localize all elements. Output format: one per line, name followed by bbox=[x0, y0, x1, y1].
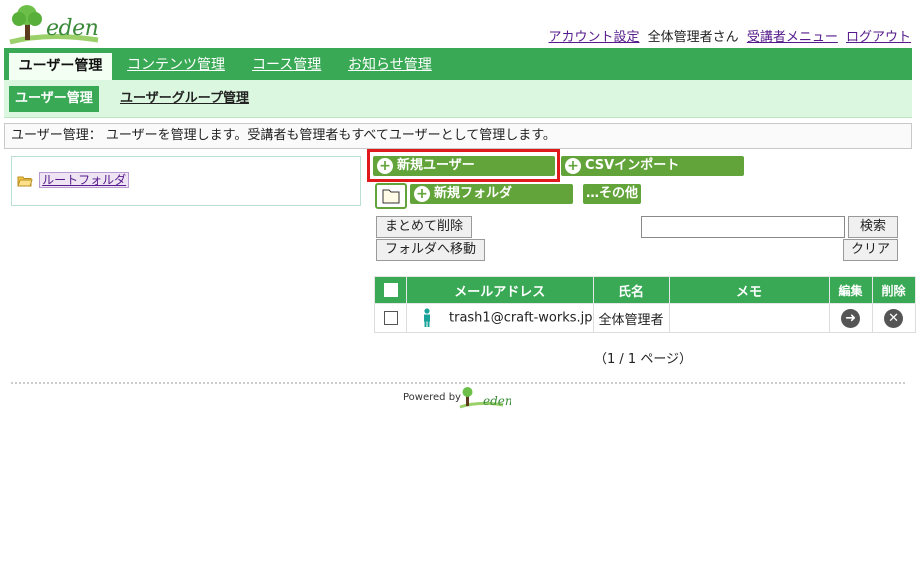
other-menu-label: …その他 bbox=[586, 186, 639, 201]
open-folder-icon bbox=[17, 176, 33, 186]
users-table: メールアドレス 氏名 メモ 編集 削除 trash1@craft-works.j… bbox=[374, 276, 916, 333]
folder-icon[interactable] bbox=[375, 183, 407, 209]
folder-tree-panel: ルートフォルダ bbox=[11, 156, 361, 206]
account-settings-link[interactable]: アカウント設定 bbox=[549, 30, 640, 45]
logo-text: eden bbox=[46, 16, 99, 41]
search-button[interactable]: 検索 bbox=[848, 216, 898, 238]
tab-user-management[interactable]: ユーザー管理 bbox=[8, 52, 113, 80]
column-name[interactable]: 氏名 bbox=[592, 276, 670, 304]
column-email[interactable]: メールアドレス bbox=[406, 276, 594, 304]
tab-course-management[interactable]: コース管理 bbox=[252, 48, 321, 80]
footer-logo-text: eden bbox=[483, 394, 511, 408]
powered-by-label: Powered by bbox=[403, 392, 461, 403]
tab-content-management[interactable]: コンテンツ管理 bbox=[127, 48, 225, 80]
user-email: trash1@craft-works.jp bbox=[449, 310, 593, 326]
user-name: 全体管理者 bbox=[592, 303, 670, 333]
person-icon bbox=[424, 308, 430, 327]
column-memo: メモ bbox=[668, 276, 830, 304]
other-menu-button[interactable]: …その他 bbox=[583, 184, 641, 204]
learner-menu-link[interactable]: 受講者メニュー bbox=[747, 30, 838, 45]
move-to-folder-button[interactable]: フォルダへ移動 bbox=[376, 239, 486, 261]
select-all-checkbox[interactable] bbox=[383, 283, 398, 297]
subtab-user-group-management[interactable]: ユーザーグループ管理 bbox=[120, 86, 249, 112]
logout-link[interactable]: ログアウト bbox=[846, 30, 911, 45]
column-edit: 編集 bbox=[828, 276, 873, 304]
main-nav: ユーザー管理 コンテンツ管理 コース管理 お知らせ管理 bbox=[4, 48, 912, 80]
select-all-header bbox=[374, 276, 407, 304]
user-memo bbox=[668, 303, 830, 333]
table-header-row: メールアドレス 氏名 メモ 編集 削除 bbox=[374, 276, 916, 304]
plus-circle-icon: + bbox=[414, 186, 430, 202]
delete-cell: ✕ bbox=[871, 303, 916, 333]
footer-divider bbox=[11, 382, 905, 384]
bulk-delete-button[interactable]: まとめて削除 bbox=[376, 216, 473, 238]
table-row: trash1@craft-works.jp 全体管理者 ➜ ✕ bbox=[374, 303, 916, 333]
row-checkbox[interactable] bbox=[383, 311, 398, 325]
folder-outline-icon bbox=[382, 189, 400, 204]
edit-cell: ➜ bbox=[828, 303, 873, 333]
pager: （1 / 1 ページ） bbox=[594, 352, 693, 367]
clear-button[interactable]: クリア bbox=[843, 239, 898, 261]
column-delete: 削除 bbox=[871, 276, 916, 304]
close-circle-icon[interactable]: ✕ bbox=[884, 308, 904, 328]
page-description: ユーザー管理： ユーザーを管理します。受講者も管理者もすべてユーザーとして管理し… bbox=[4, 123, 912, 149]
eden-footer-logo-icon: eden bbox=[459, 387, 511, 409]
row-select-cell bbox=[374, 303, 407, 333]
new-folder-button[interactable]: + 新規フォルダ bbox=[410, 184, 573, 204]
email-cell: trash1@craft-works.jp bbox=[406, 303, 594, 333]
user-name-label: 全体管理者さん bbox=[647, 30, 739, 45]
arrow-right-circle-icon[interactable]: ➜ bbox=[841, 308, 861, 328]
root-folder-node[interactable]: ルートフォルダ bbox=[17, 171, 130, 188]
search-input[interactable] bbox=[641, 216, 845, 238]
csv-import-label: CSVインポート bbox=[585, 158, 680, 173]
plus-circle-icon: + bbox=[565, 158, 581, 174]
highlight-annotation bbox=[367, 149, 560, 182]
subtab-user-management[interactable]: ユーザー管理 bbox=[9, 86, 99, 112]
top-links: アカウント設定 全体管理者さん 受講者メニュー ログアウト bbox=[545, 26, 911, 45]
header: eden アカウント設定 全体管理者さん 受講者メニュー ログアウト bbox=[0, 0, 916, 48]
new-folder-label: 新規フォルダ bbox=[434, 186, 513, 201]
csv-import-button[interactable]: + CSVインポート bbox=[561, 156, 744, 176]
root-folder-link[interactable]: ルートフォルダ bbox=[39, 172, 130, 188]
sub-nav: ユーザー管理 ユーザーグループ管理 bbox=[4, 80, 912, 118]
tab-notice-management[interactable]: お知らせ管理 bbox=[348, 48, 432, 80]
